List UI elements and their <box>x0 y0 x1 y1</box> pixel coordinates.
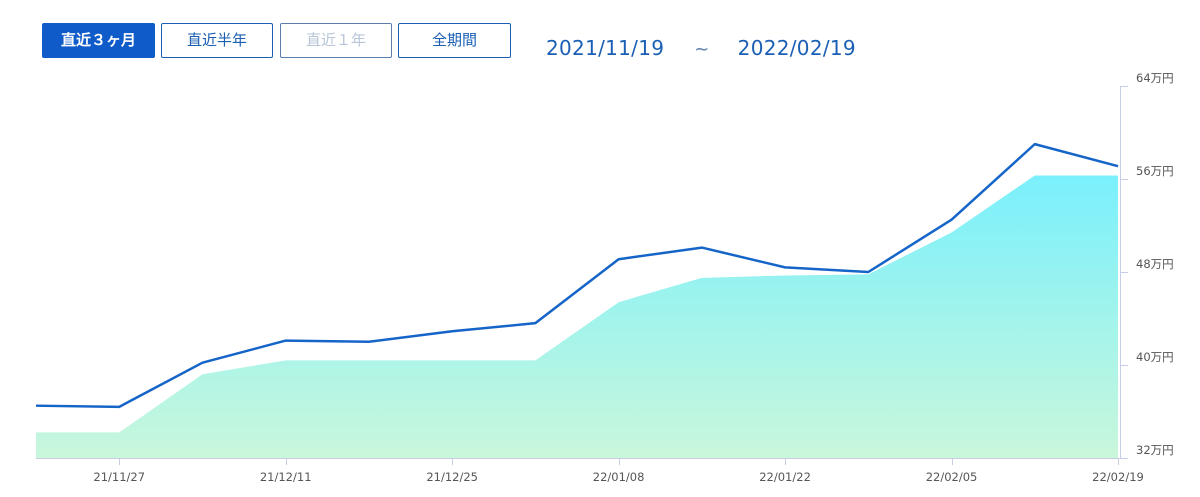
x-tick-label: 22/02/19 <box>1092 470 1144 484</box>
x-tick-label: 21/12/11 <box>260 470 312 484</box>
y-tick-label: 48万円 <box>1136 257 1174 271</box>
x-tick-label: 21/12/25 <box>426 470 478 484</box>
x-tick-label: 22/02/05 <box>926 470 978 484</box>
y-tick-label: 32万円 <box>1136 443 1174 457</box>
asset-chart: 21/11/27 21/12/11 21/12/25 22/01/08 22/01/22… <box>35 71 1174 484</box>
x-tick-label: 21/11/27 <box>93 470 145 484</box>
y-tick-label: 56万円 <box>1136 164 1174 178</box>
y-tick-label: 64万円 <box>1136 71 1174 85</box>
x-tick-label: 22/01/08 <box>593 470 645 484</box>
x-tick-label: 22/01/22 <box>759 470 811 484</box>
y-tick-label: 40万円 <box>1136 350 1174 364</box>
area-series <box>36 175 1118 458</box>
